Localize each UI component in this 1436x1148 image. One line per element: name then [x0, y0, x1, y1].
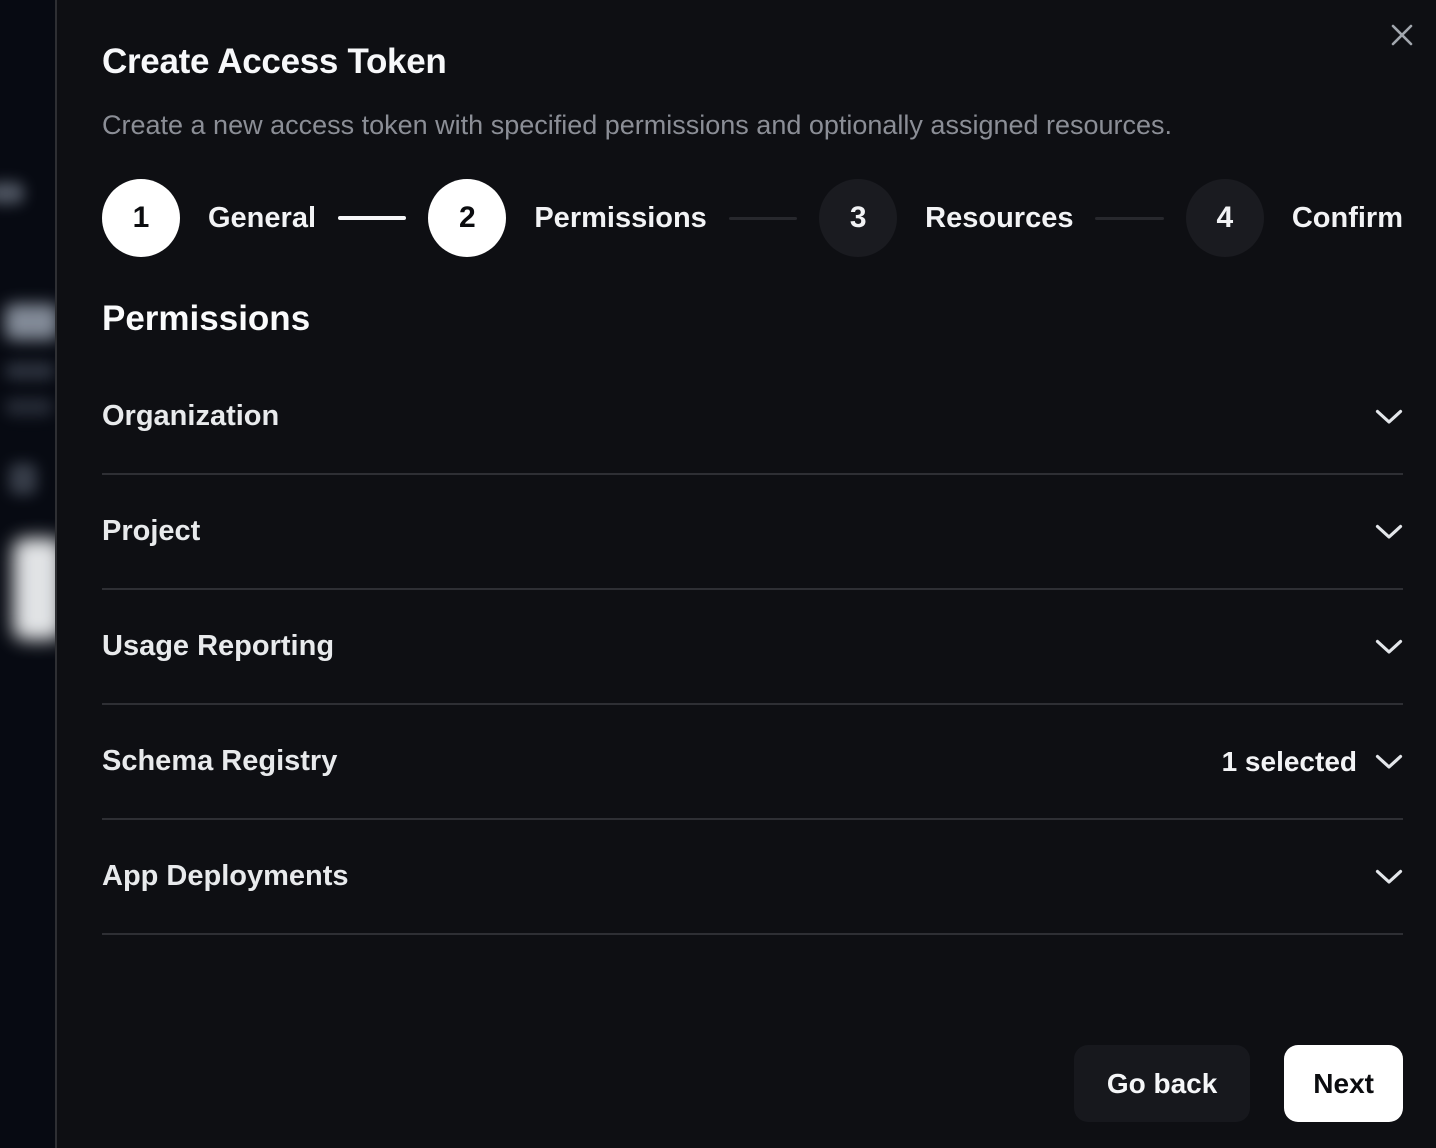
step-label: Confirm — [1292, 202, 1403, 235]
chevron-down-icon — [1375, 409, 1403, 425]
chevron-down-icon — [1375, 524, 1403, 540]
permission-row-label: Organization — [102, 400, 279, 433]
background-blur-artifact — [5, 304, 55, 340]
chevron-down-icon — [1375, 869, 1403, 885]
permission-row-organization[interactable]: Organization — [102, 360, 1403, 475]
step-connector — [1095, 217, 1163, 220]
step-resources[interactable]: 3 Resources — [819, 179, 1073, 257]
step-number: 2 — [428, 179, 506, 257]
background-blur-artifact — [5, 398, 53, 416]
step-number: 1 — [102, 179, 180, 257]
stepper: 1 General 2 Permissions 3 Resources 4 Co… — [102, 179, 1403, 257]
step-confirm[interactable]: 4 Confirm — [1186, 179, 1403, 257]
background-blur-artifact — [5, 362, 55, 380]
chevron-down-icon — [1375, 754, 1403, 770]
modal-title: Create Access Token — [102, 42, 1403, 82]
step-connector — [338, 216, 406, 220]
page-backdrop — [0, 0, 55, 1148]
modal-footer: Go back Next — [57, 1045, 1436, 1122]
permission-row-label: App Deployments — [102, 860, 349, 893]
step-general[interactable]: 1 General — [102, 179, 316, 257]
permissions-accordion: Organization Project Usage — [102, 360, 1403, 935]
background-blur-artifact — [13, 538, 55, 640]
step-label: General — [208, 202, 316, 235]
step-number: 4 — [1186, 179, 1264, 257]
background-blur-artifact — [0, 182, 24, 204]
step-label: Resources — [925, 202, 1073, 235]
permission-row-label: Usage Reporting — [102, 630, 334, 663]
permission-row-project[interactable]: Project — [102, 475, 1403, 590]
create-access-token-modal: Create Access Token Create a new access … — [55, 0, 1436, 1148]
permission-row-app-deployments[interactable]: App Deployments — [102, 820, 1403, 935]
step-number: 3 — [819, 179, 897, 257]
step-connector — [729, 217, 797, 220]
close-icon — [1389, 22, 1415, 48]
modal-subtitle: Create a new access token with specified… — [102, 110, 1403, 140]
chevron-down-icon — [1375, 639, 1403, 655]
permission-row-label: Schema Registry — [102, 745, 337, 778]
background-blur-artifact — [9, 463, 37, 495]
next-button[interactable]: Next — [1284, 1045, 1403, 1122]
selection-count-badge: 1 selected — [1222, 746, 1357, 778]
permission-row-label: Project — [102, 515, 200, 548]
permission-row-usage-reporting[interactable]: Usage Reporting — [102, 590, 1403, 705]
step-permissions[interactable]: 2 Permissions — [428, 179, 706, 257]
permission-row-schema-registry[interactable]: Schema Registry 1 selected — [102, 705, 1403, 820]
screen: Create Access Token Create a new access … — [0, 0, 1436, 1148]
go-back-button[interactable]: Go back — [1074, 1045, 1250, 1122]
close-button[interactable] — [1388, 21, 1416, 49]
step-label: Permissions — [534, 202, 706, 235]
permissions-heading: Permissions — [102, 300, 1403, 338]
